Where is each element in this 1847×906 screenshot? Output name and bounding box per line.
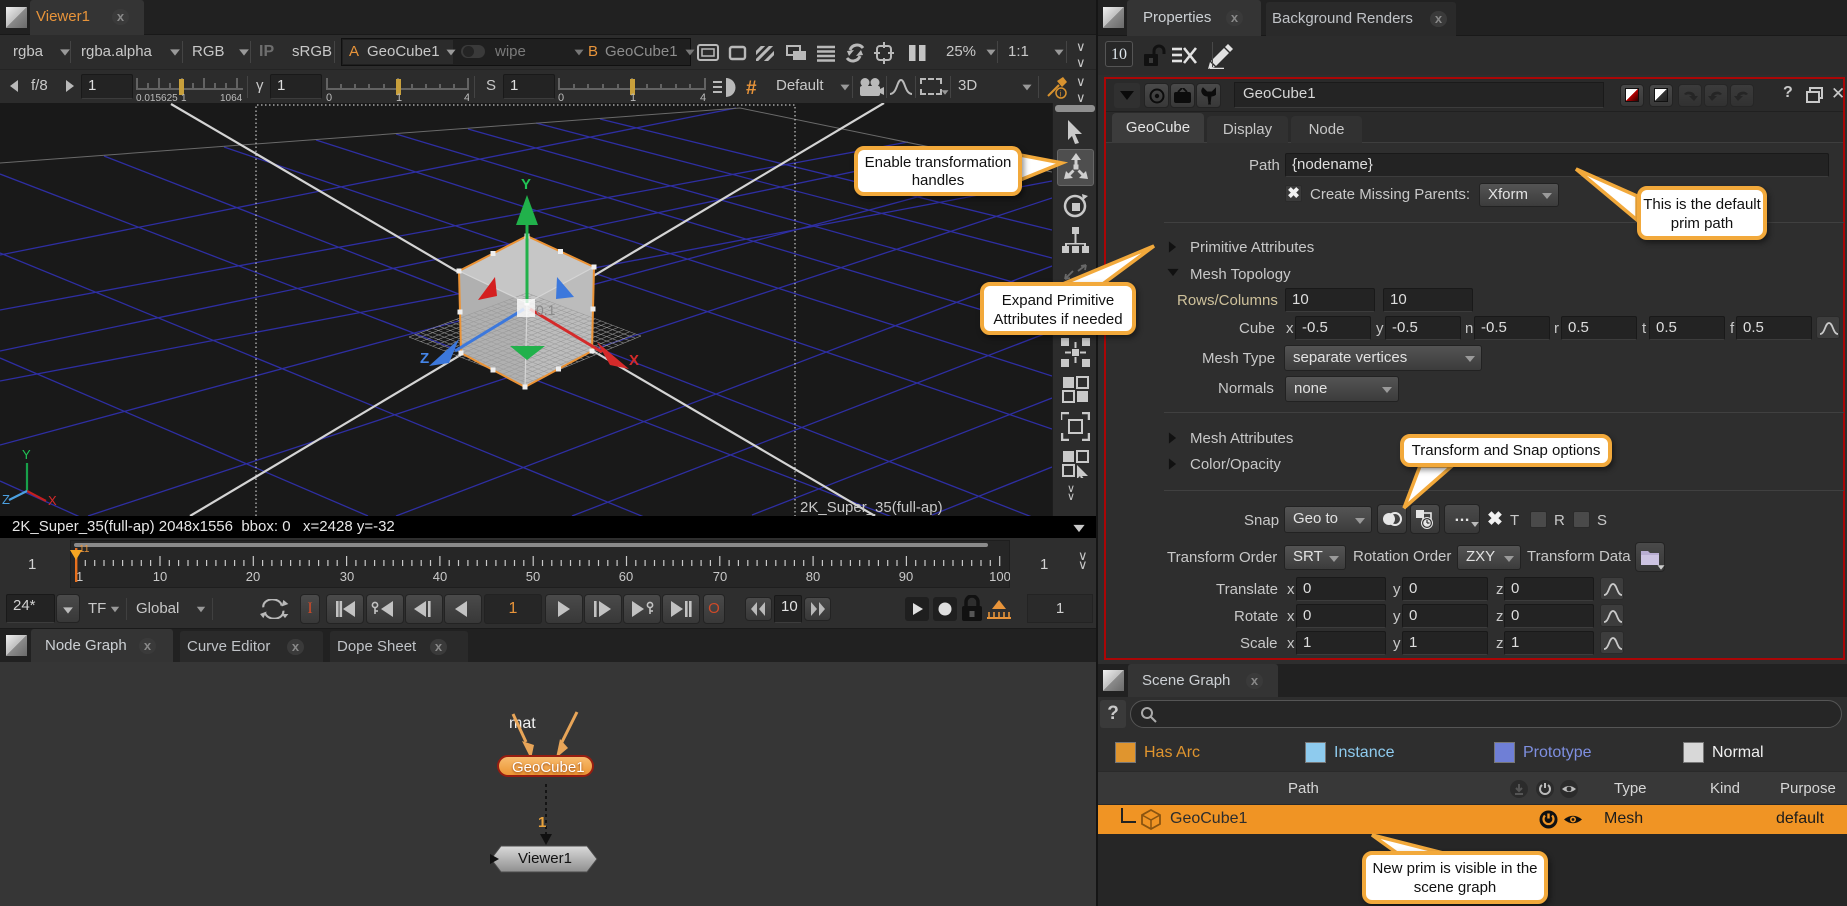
svg-text:100: 100 (989, 569, 1010, 584)
svg-text:80: 80 (806, 569, 820, 584)
svg-text:4: 4 (700, 92, 706, 102)
svg-text:30: 30 (340, 569, 354, 584)
svg-text:X: X (48, 493, 57, 508)
svg-text:Z: Z (420, 350, 429, 367)
svg-text:1064: 1064 (220, 93, 243, 102)
svg-text:40: 40 (433, 569, 447, 584)
svg-text:4: 4 (464, 92, 469, 102)
svg-text:Z: Z (2, 492, 10, 507)
svg-text:20: 20 (246, 569, 260, 584)
svg-text:11: 11 (79, 544, 90, 555)
svg-text:1: 1 (181, 93, 187, 102)
svg-text:2K_Super_35(full-ap): 2K_Super_35(full-ap) (800, 499, 943, 516)
svg-text:10: 10 (153, 569, 167, 584)
svg-text:Y: Y (521, 176, 531, 193)
svg-text:#: # (746, 78, 757, 97)
svg-text:1: 1 (630, 92, 636, 102)
svg-text:i: i (1060, 90, 1062, 99)
svg-text:0: 0 (326, 92, 332, 102)
svg-text:50: 50 (526, 569, 540, 584)
svg-text:Y: Y (22, 447, 31, 462)
svg-text:1: 1 (396, 92, 402, 102)
svg-text:X: X (629, 352, 639, 369)
svg-text:90: 90 (899, 569, 913, 584)
svg-text:0.015625: 0.015625 (136, 93, 178, 102)
svg-text:60: 60 (619, 569, 633, 584)
svg-text:0.1: 0.1 (536, 302, 556, 318)
svg-text:0: 0 (558, 92, 564, 102)
svg-text:70: 70 (713, 569, 727, 584)
